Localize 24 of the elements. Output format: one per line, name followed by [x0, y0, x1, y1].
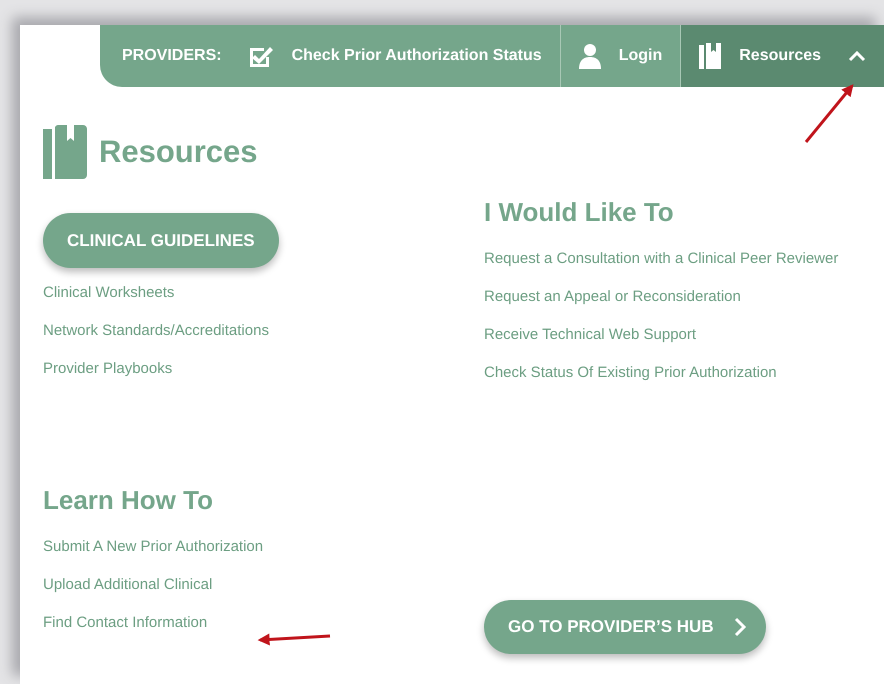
resource-link[interactable]: Upload Additional Clinical	[43, 571, 212, 598]
resource-link[interactable]: Receive Technical Web Support	[484, 321, 696, 348]
chevron-up-icon[interactable]	[848, 50, 866, 62]
section-title: Learn How To	[43, 485, 213, 516]
chevron-right-icon	[734, 617, 746, 637]
section-title: I Would Like To	[484, 197, 674, 228]
section-title: Resources	[99, 134, 258, 170]
providers-hub-button[interactable]: GO TO PROVIDER’S HUB	[484, 600, 766, 654]
nav-tab[interactable]: Resources	[680, 25, 884, 87]
resource-link[interactable]: Request a Consultation with a Clinical Peer Reviewer	[484, 245, 838, 272]
resource-link[interactable]: Check Status Of Existing Prior Authorization	[484, 359, 777, 386]
resource-link[interactable]: Find Contact Information	[43, 609, 208, 636]
book-icon	[699, 43, 722, 69]
resource-link[interactable]: Request an Appeal or Reconsideration	[484, 283, 741, 310]
clinical-guidelines-button[interactable]: CLINICAL GUIDELINES	[43, 213, 279, 268]
resource-link[interactable]: Provider Playbooks	[43, 355, 172, 382]
nav-tab[interactable]: Check Prior Authorization Status	[248, 25, 560, 87]
resource-link[interactable]: Submit A New Prior Authorization	[43, 533, 264, 560]
providers-label: PROVIDERS:	[121, 46, 223, 66]
resource-link[interactable]: Network Standards/Accreditations	[43, 317, 269, 344]
resource-link[interactable]: Clinical Worksheets	[43, 279, 174, 306]
book-icon	[43, 125, 87, 179]
person-icon	[578, 43, 601, 69]
annotation-arrow	[804, 84, 854, 143]
